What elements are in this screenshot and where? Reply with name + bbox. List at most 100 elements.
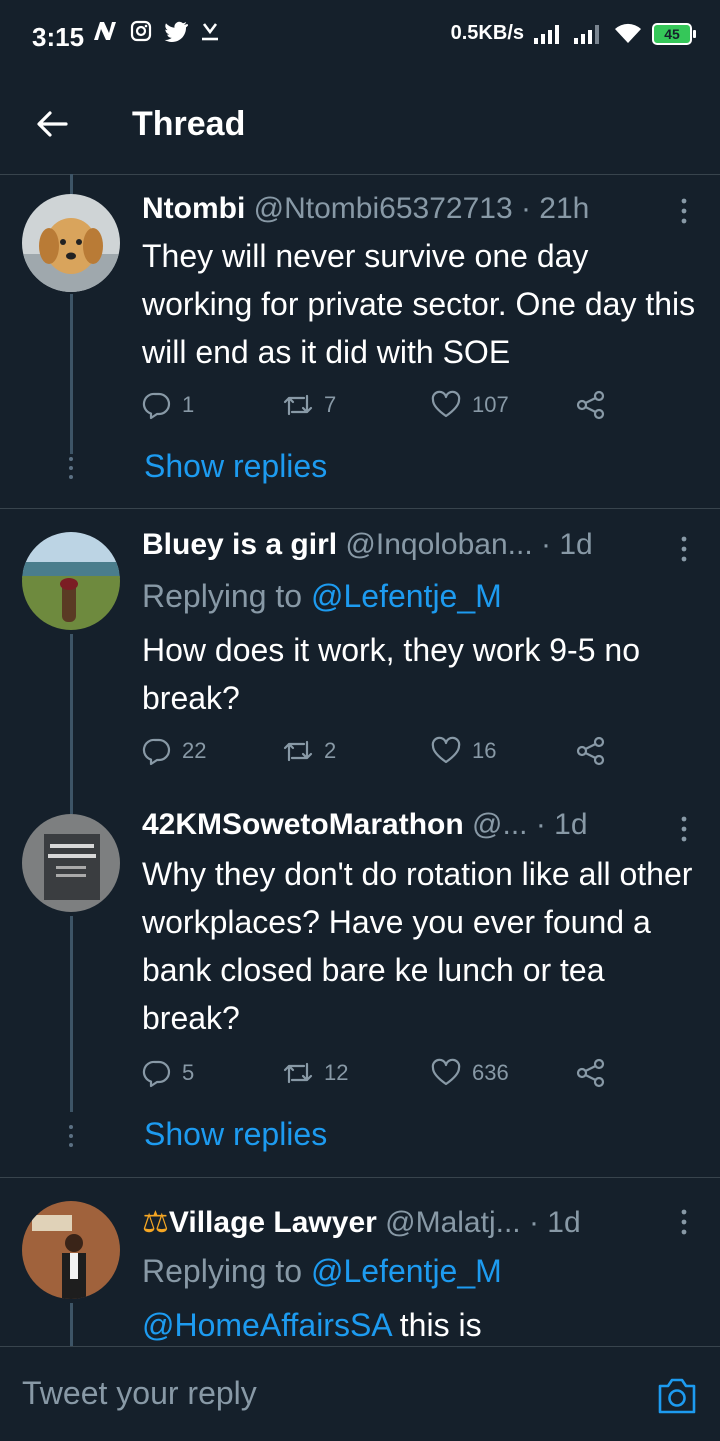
tweet-actions: 22 2 16 — [142, 736, 622, 772]
replying-to: Replying to @Lefentje_M — [142, 1253, 502, 1290]
more-vertical-icon[interactable] — [676, 1207, 692, 1237]
replying-to-mention[interactable]: @Lefentje_M — [311, 1253, 502, 1289]
reply-button[interactable]: 22 — [142, 736, 206, 766]
heart-icon — [431, 736, 461, 764]
replying-to-mention[interactable]: @Lefentje_M — [311, 578, 502, 614]
user-handle: @Malatj... — [385, 1206, 521, 1239]
user-name[interactable]: Ntombi — [142, 192, 245, 225]
retweet-button[interactable]: 12 — [282, 1058, 348, 1088]
avatar-plaque-image — [22, 814, 120, 912]
avatar[interactable] — [22, 1201, 120, 1299]
tweet[interactable]: 42KMSowetoMarathon @... · 1d Why they do… — [0, 800, 720, 1178]
user-name[interactable]: Bluey is a girl — [142, 528, 337, 561]
back-arrow-icon[interactable] — [32, 104, 72, 144]
more-vertical-icon[interactable] — [676, 196, 692, 226]
avatar[interactable] — [22, 532, 120, 630]
retweet-button[interactable]: 7 — [282, 390, 336, 420]
instagram-icon — [130, 20, 152, 42]
share-icon — [576, 1058, 605, 1088]
share-button[interactable] — [576, 390, 606, 420]
scales-icon: ⚖ — [142, 1206, 169, 1239]
download-icon — [202, 23, 218, 41]
tweet-time: · 21h — [520, 192, 590, 225]
like-button[interactable]: 16 — [430, 736, 496, 766]
tweet[interactable]: Bluey is a girl @Inqoloban... · 1d Reply… — [0, 510, 720, 800]
notification-icons — [92, 20, 220, 42]
like-button[interactable]: 107 — [430, 390, 509, 420]
reply-button[interactable]: 1 — [142, 390, 194, 420]
tweet-header: 42KMSowetoMarathon @... · 1d — [142, 808, 660, 842]
more-vertical-icon[interactable] — [676, 534, 692, 564]
retweet-icon — [283, 1062, 313, 1084]
avatar[interactable] — [22, 814, 120, 912]
show-replies-link[interactable]: Show replies — [144, 1116, 327, 1153]
page-title: Thread — [132, 105, 246, 143]
replying-to: Replying to @Lefentje_M — [142, 578, 502, 615]
app-bar: Thread — [0, 76, 720, 175]
thread-line — [70, 1303, 73, 1346]
tweet-text: Why they don't do rotation like all othe… — [142, 856, 693, 1036]
more-vertical-icon[interactable] — [676, 814, 692, 844]
tweet-reply-input[interactable]: Tweet your reply — [22, 1375, 257, 1412]
notification-n-icon — [94, 22, 116, 40]
avatar-landscape-image — [22, 532, 120, 630]
avatar[interactable] — [22, 194, 120, 292]
status-time: 3:15 — [32, 22, 85, 52]
reply-icon — [142, 1060, 171, 1088]
like-count: 636 — [472, 1060, 509, 1085]
tweet-time: · 1d — [535, 808, 588, 841]
reply-count: 22 — [182, 738, 207, 763]
wifi-icon — [615, 23, 641, 43]
reply-count: 5 — [182, 1060, 195, 1085]
reply-count: 1 — [182, 392, 195, 417]
tweet-mention[interactable]: @HomeAffairsSA — [142, 1307, 391, 1343]
user-name[interactable]: 42KMSowetoMarathon — [142, 808, 464, 841]
retweet-count: 12 — [324, 1060, 349, 1085]
status-bar: 3:15 0.5KB/s 45 — [0, 0, 720, 76]
share-icon — [576, 736, 605, 766]
user-handle: @Inqoloban... — [345, 528, 533, 561]
tweet[interactable]: ⚖Village Lawyer @Malatj... · 1d Replying… — [0, 1179, 720, 1346]
like-count: 107 — [472, 392, 509, 417]
user-name[interactable]: Village Lawyer — [169, 1206, 377, 1239]
divider — [0, 1177, 720, 1178]
tweet-header: ⚖Village Lawyer @Malatj... · 1d — [142, 1205, 660, 1240]
network-speed: 0.5KB/s — [450, 22, 524, 44]
reply-icon — [142, 738, 171, 766]
retweet-icon — [283, 740, 313, 762]
like-count: 16 — [472, 738, 497, 763]
tweet[interactable]: Ntombi @Ntombi65372713 · 21h They will n… — [0, 174, 720, 509]
avatar-person-image — [22, 1201, 120, 1299]
reply-button[interactable]: 5 — [142, 1058, 194, 1088]
signal-2-icon — [574, 24, 599, 44]
retweet-count: 7 — [324, 392, 337, 417]
user-handle: @Ntombi65372713 — [253, 192, 513, 225]
thread-line — [70, 800, 73, 814]
heart-icon — [431, 1058, 461, 1086]
retweet-button[interactable]: 2 — [282, 736, 336, 766]
tweet-text: They will never survive one day working … — [142, 238, 696, 370]
tweet-text: @HomeAffairsSA this is — [142, 1301, 698, 1346]
tweet-header: Ntombi @Ntombi65372713 · 21h — [142, 192, 660, 226]
thread-line — [70, 916, 73, 1112]
tweet-time: · 1d — [528, 1206, 581, 1239]
tweet-time: · 1d — [541, 528, 593, 561]
show-replies-link[interactable]: Show replies — [144, 448, 327, 485]
reply-icon — [142, 392, 171, 420]
share-button[interactable] — [576, 1058, 606, 1088]
avatar-puppy-image — [22, 194, 120, 292]
signal-icon — [534, 24, 559, 44]
thread-line — [70, 174, 73, 194]
tweet-text-body: this is — [390, 1307, 482, 1343]
replying-to-label: Replying to — [142, 1253, 311, 1289]
like-button[interactable]: 636 — [430, 1058, 509, 1088]
reply-bar: Tweet your reply — [0, 1346, 720, 1441]
tweet-actions: 5 12 636 — [142, 1058, 622, 1094]
user-handle: @... — [472, 808, 528, 841]
camera-icon[interactable] — [656, 1377, 698, 1415]
tweet-actions: 1 7 107 — [142, 390, 622, 426]
tweet-header: Bluey is a girl @Inqoloban... · 1d — [142, 528, 660, 562]
thread-line — [70, 294, 73, 454]
share-button[interactable] — [576, 736, 606, 766]
share-icon — [576, 390, 605, 420]
